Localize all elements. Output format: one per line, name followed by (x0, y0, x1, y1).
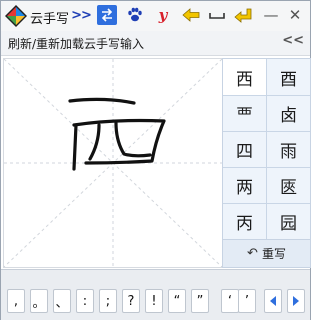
punctuation-key[interactable]: , (7, 289, 25, 313)
title-bar[interactable]: 云手写 >> y — ✕ (1, 1, 310, 31)
sub-bar: 刷新/重新加载云手写输入 << (1, 31, 310, 56)
expand-button[interactable]: >> (71, 5, 92, 25)
collapse-chevron-icon[interactable]: << (282, 33, 304, 48)
enter-button[interactable] (233, 5, 253, 25)
rewrite-label: 重写 (261, 247, 286, 261)
handwriting-window: 云手写 >> y — ✕ 刷新/重新加载云手写输入 << 西 酉 覀 卤 四 雨… (0, 0, 311, 320)
rewrite-button[interactable]: ↶ 重写 (222, 239, 311, 268)
punctuation-key[interactable]: ! (145, 289, 163, 313)
punctuation-key[interactable]: : (76, 289, 94, 313)
triangle-left-icon (270, 296, 276, 306)
swap-button[interactable] (97, 5, 117, 25)
candidate-item[interactable]: 园 (267, 203, 310, 239)
punctuation-key[interactable]: ; (99, 289, 117, 313)
y-logo-icon: y (158, 6, 168, 24)
candidate-item[interactable]: 雨 (267, 131, 310, 167)
punctuation-key[interactable]: ‘ (221, 289, 239, 313)
handwriting-canvas[interactable] (3, 58, 223, 268)
candidate-item[interactable]: 卤 (267, 95, 310, 131)
triangle-right-icon (293, 296, 299, 306)
punctuation-key[interactable]: ? (122, 289, 140, 313)
next-page-button[interactable] (287, 289, 305, 313)
candidate-item[interactable]: 四 (223, 131, 266, 167)
canvas-guides (4, 59, 222, 267)
candidate-item[interactable]: 丙 (223, 203, 266, 239)
minimize-button[interactable]: — (261, 5, 281, 25)
double-chevron-right-icon: >> (71, 7, 92, 23)
punctuation-key[interactable]: 。 (30, 289, 48, 313)
enter-arrow-icon (234, 8, 252, 23)
space-button[interactable] (207, 5, 227, 25)
candidate-item[interactable]: 酉 (267, 59, 310, 95)
candidate-panel: 西 酉 覀 卤 四 雨 两 匧 丙 园 (222, 58, 311, 240)
backspace-button[interactable] (181, 5, 201, 25)
swap-arrows-icon (101, 8, 113, 22)
refresh-link[interactable]: 刷新/重新加载云手写输入 (8, 35, 144, 52)
space-icon (209, 13, 225, 19)
punctuation-key[interactable]: “ (168, 289, 186, 313)
prev-page-button[interactable] (264, 289, 282, 313)
close-button[interactable]: ✕ (285, 5, 305, 25)
minimize-icon: — (263, 6, 279, 24)
app-title: 云手写 (30, 12, 70, 27)
arrow-left-icon (182, 8, 200, 22)
punctuation-key[interactable]: 、 (53, 289, 71, 313)
candidate-item[interactable]: 西 (223, 59, 266, 95)
candidate-item[interactable]: 覀 (223, 95, 266, 131)
y-button[interactable]: y (153, 5, 173, 25)
undo-icon: ↶ (247, 246, 258, 261)
paw-button[interactable] (125, 5, 145, 25)
candidate-item[interactable]: 匧 (267, 167, 310, 203)
app-logo-icon (5, 5, 27, 27)
punctuation-key[interactable]: ” (191, 289, 209, 313)
close-icon: ✕ (288, 6, 302, 24)
paw-icon (128, 7, 142, 22)
punctuation-key[interactable]: ’ (238, 289, 256, 313)
candidate-item[interactable]: 两 (223, 167, 266, 203)
